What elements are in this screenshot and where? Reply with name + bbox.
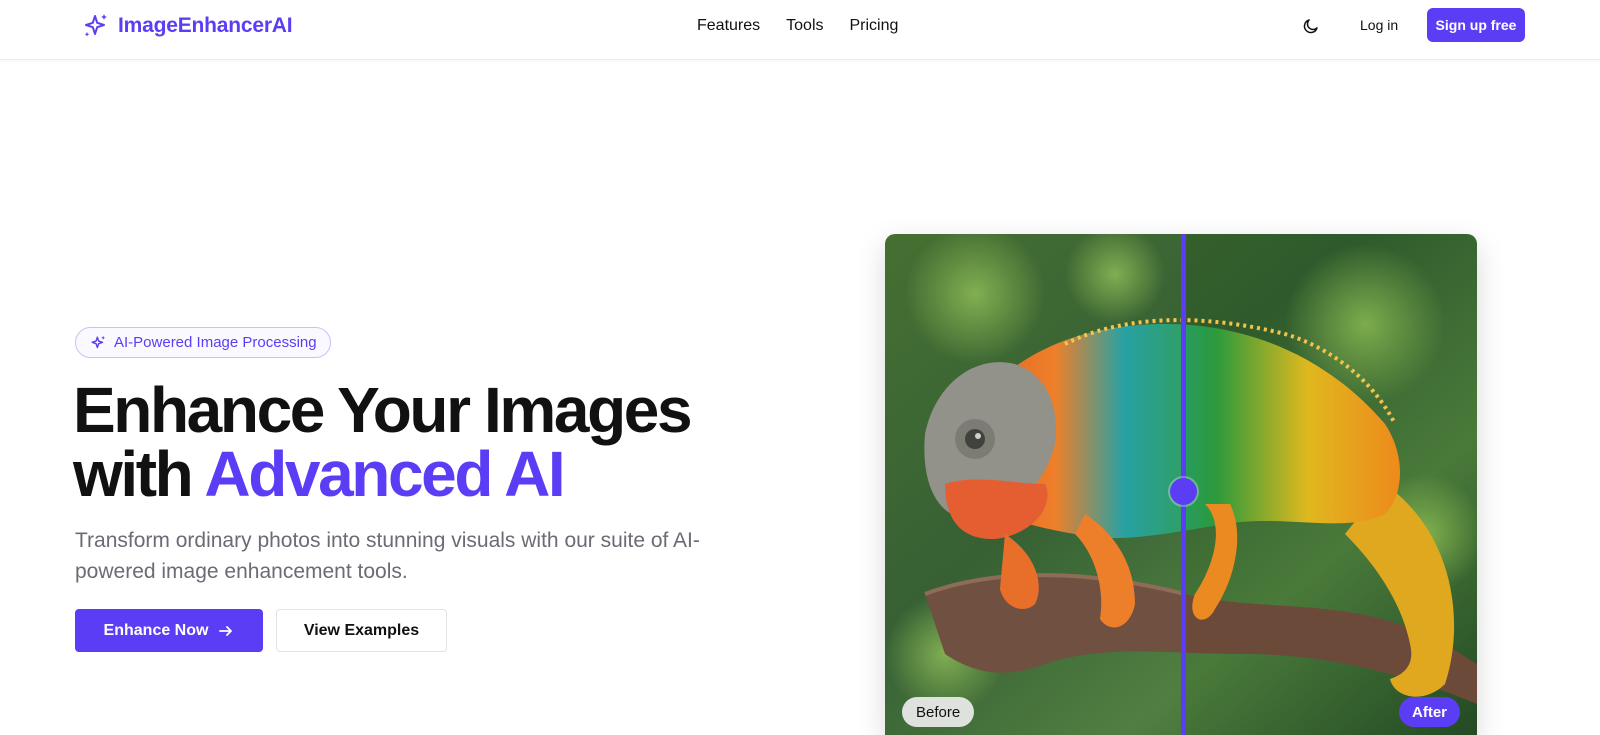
nav-link-tools[interactable]: Tools [786, 17, 823, 35]
before-side-overlay [885, 234, 1183, 735]
before-label: Before [902, 697, 975, 727]
headline-line-1: Enhance Your Images [73, 374, 693, 446]
login-link[interactable]: Log in [1360, 17, 1398, 33]
enhance-now-button[interactable]: Enhance Now [75, 609, 263, 652]
nav-link-pricing[interactable]: Pricing [850, 17, 899, 35]
sparkles-icon [84, 14, 107, 37]
nav-link-features[interactable]: Features [697, 17, 760, 35]
badge-text: AI-Powered Image Processing [114, 334, 317, 351]
hero-headline: Enhance Your Images with Advanced AI [73, 378, 693, 506]
comparison-slider-handle[interactable] [1170, 478, 1197, 505]
before-after-comparison[interactable]: Before After [885, 234, 1477, 735]
brand-logo[interactable]: ImageEnhancerAI [82, 12, 293, 40]
moon-icon [1303, 19, 1318, 34]
view-examples-button[interactable]: View Examples [276, 609, 447, 652]
feature-badge: AI-Powered Image Processing [75, 327, 331, 358]
arrow-right-icon [219, 625, 233, 636]
main-nav: Features Tools Pricing [697, 17, 898, 35]
after-label: After [1399, 697, 1461, 727]
top-navbar: ImageEnhancerAI Features Tools Pricing L… [0, 0, 1600, 60]
enhance-now-label: Enhance Now [103, 621, 209, 639]
brand-name: ImageEnhancerAI [118, 14, 293, 37]
sparkles-icon [91, 335, 106, 348]
theme-toggle-button[interactable] [1300, 15, 1322, 37]
hero-subtitle: Transform ordinary photos into stunning … [75, 529, 700, 583]
headline-line-2-prefix: with [73, 438, 205, 510]
signup-button[interactable]: Sign up free [1427, 8, 1525, 42]
headline-accent: Advanced AI [204, 438, 565, 510]
